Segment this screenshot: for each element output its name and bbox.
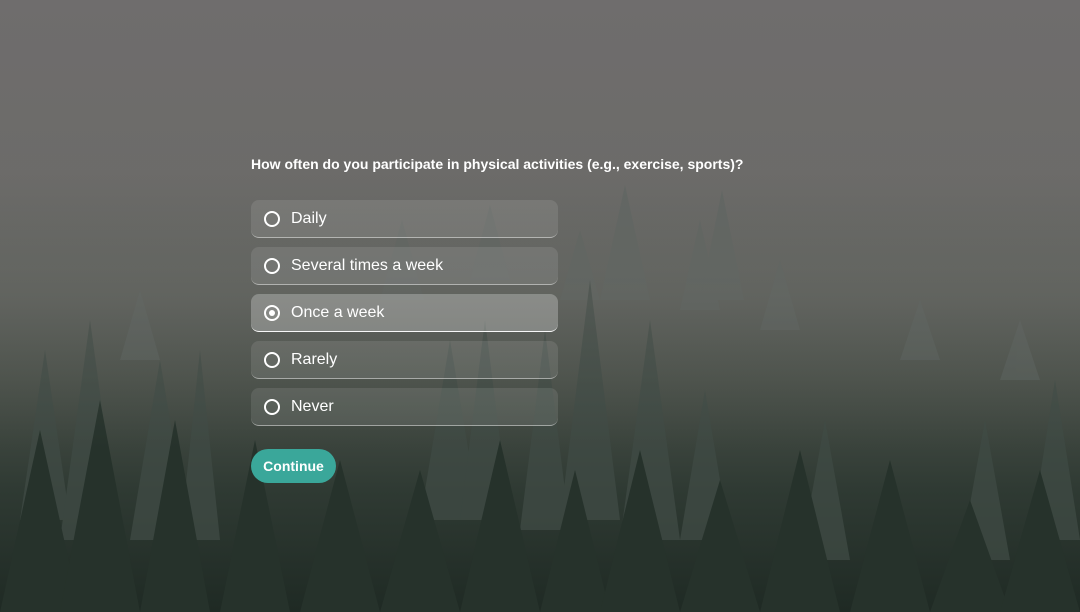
options-list: Daily Several times a week Once a week R… xyxy=(251,200,558,435)
option-several-times-a-week[interactable]: Several times a week xyxy=(251,247,558,285)
radio-icon[interactable] xyxy=(264,351,280,368)
option-label: Never xyxy=(291,397,334,415)
continue-button[interactable]: Continue xyxy=(251,449,336,483)
option-rarely[interactable]: Rarely xyxy=(251,341,558,379)
option-label: Rarely xyxy=(291,350,338,368)
radio-icon[interactable] xyxy=(264,398,280,415)
radio-dot-icon xyxy=(269,309,275,316)
option-daily[interactable]: Daily xyxy=(251,200,558,238)
radio-icon[interactable] xyxy=(264,257,280,274)
option-never[interactable]: Never xyxy=(251,388,558,426)
radio-icon[interactable] xyxy=(264,304,280,321)
option-once-a-week[interactable]: Once a week xyxy=(251,294,558,332)
option-label: Daily xyxy=(291,209,327,227)
radio-icon[interactable] xyxy=(264,210,280,227)
option-label: Once a week xyxy=(291,303,385,321)
question-text: How often do you participate in physical… xyxy=(251,156,744,172)
option-label: Several times a week xyxy=(291,256,444,274)
